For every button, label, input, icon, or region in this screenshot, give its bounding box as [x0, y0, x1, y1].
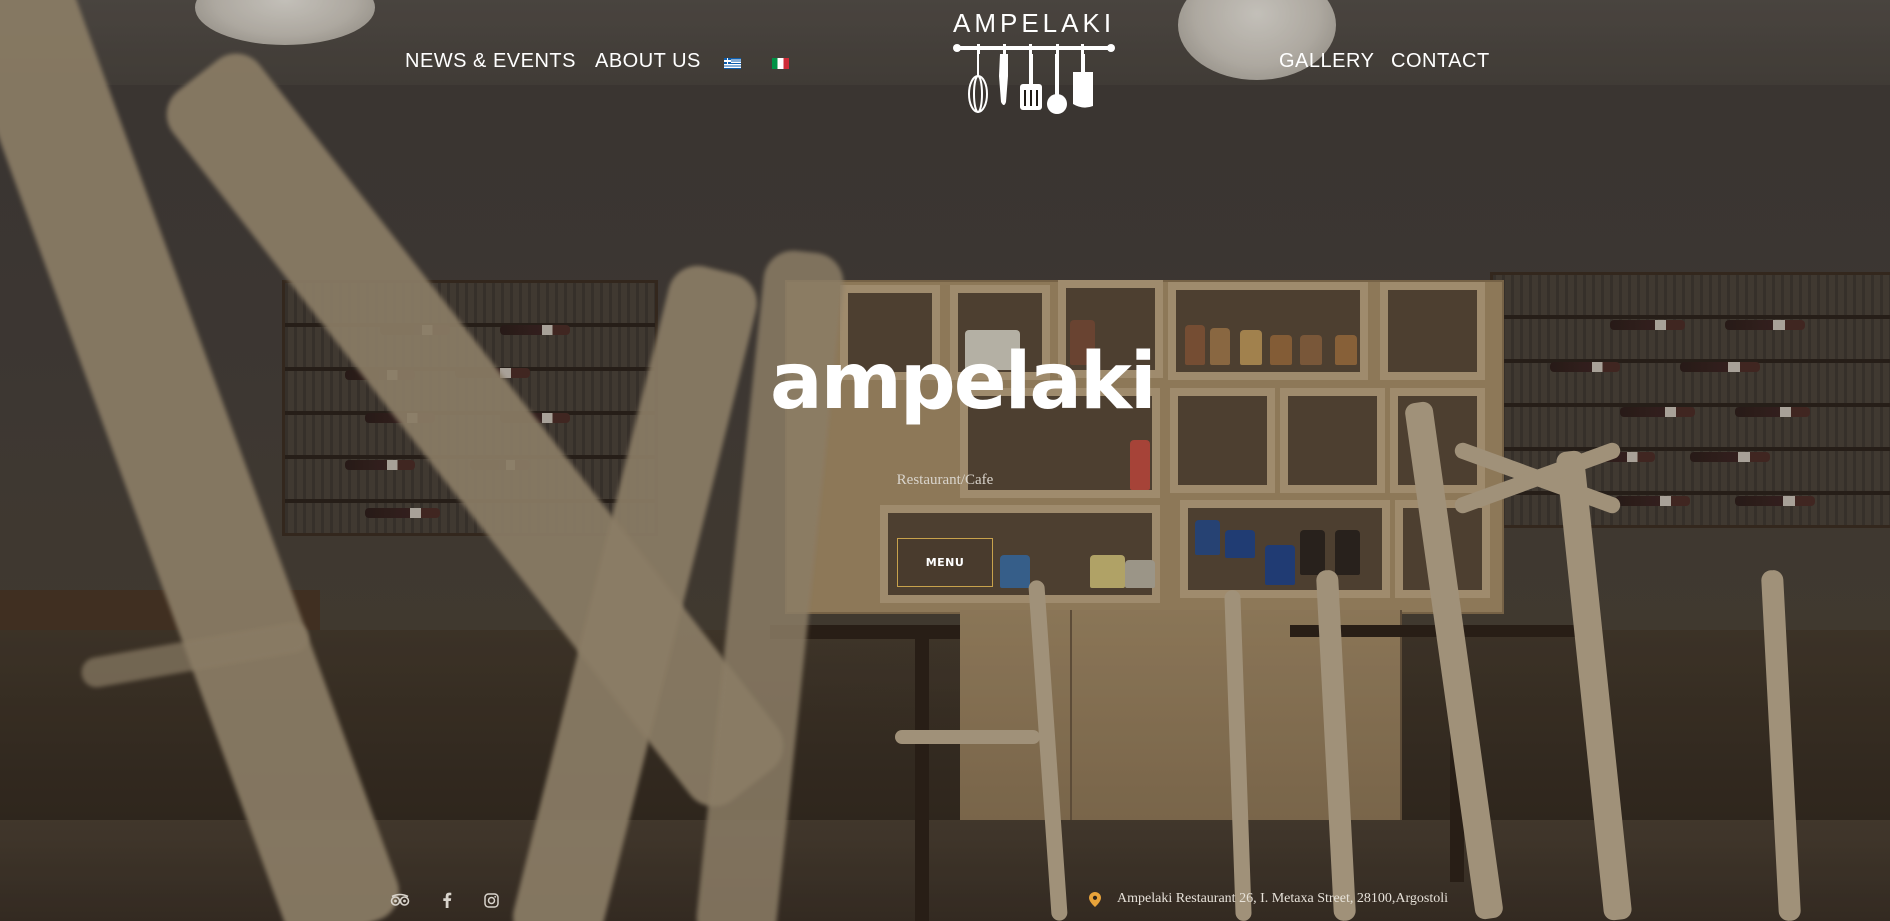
tripadvisor-icon[interactable]: [390, 892, 410, 908]
dark-overlay: [0, 0, 1890, 921]
logo-text: AMPELAKI: [953, 8, 1116, 38]
page: NEWS & EVENTS ABOUT US AMPELAKI GALLERY …: [0, 0, 1890, 921]
background-photo: [0, 0, 1890, 921]
italian-flag-icon[interactable]: [772, 58, 789, 69]
nav-contact[interactable]: CONTACT: [1391, 50, 1490, 73]
nav-news-events[interactable]: NEWS & EVENTS: [405, 50, 576, 73]
hero-title: ampelaki: [770, 337, 1157, 427]
map-pin-icon: [1089, 892, 1101, 907]
menu-button[interactable]: MENU: [897, 538, 993, 587]
kitchen-utensils-icon: [953, 44, 1115, 114]
greek-flag-icon[interactable]: [724, 58, 741, 69]
facebook-icon[interactable]: [437, 892, 457, 908]
hero-subtitle: Restaurant/Cafe: [896, 472, 994, 488]
instagram-icon[interactable]: [481, 892, 501, 908]
address-text: Ampelaki Restaurant 26, I. Metaxa Street…: [1117, 891, 1449, 906]
nav-about-us[interactable]: ABOUT US: [595, 50, 701, 73]
nav-gallery[interactable]: GALLERY: [1279, 50, 1374, 73]
site-logo[interactable]: AMPELAKI: [953, 6, 1115, 116]
